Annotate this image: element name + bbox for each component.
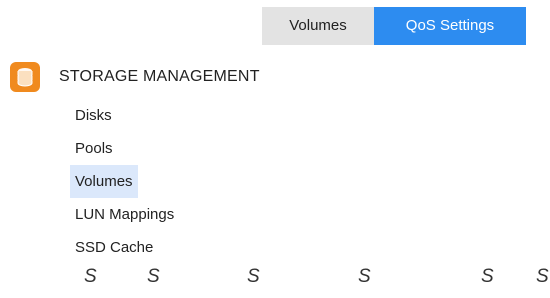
nav-item-ssd-cache[interactable]: SSD Cache bbox=[70, 231, 158, 264]
storage-management-header: STORAGE MANAGEMENT bbox=[10, 62, 260, 92]
footer-glyph: S bbox=[481, 266, 494, 287]
tab-qos-settings[interactable]: QoS Settings bbox=[374, 7, 526, 45]
nav-item-pools[interactable]: Pools bbox=[70, 132, 118, 165]
footer-glyph: S bbox=[147, 266, 160, 287]
nav-item-volumes[interactable]: Volumes bbox=[70, 165, 138, 198]
footer-glyph: S bbox=[536, 266, 549, 287]
footer-glyph-row: S S S S S S bbox=[0, 266, 550, 292]
nav-item-disks[interactable]: Disks bbox=[70, 99, 117, 132]
nav-item-lun-mappings[interactable]: LUN Mappings bbox=[70, 198, 179, 231]
footer-glyph: S bbox=[358, 266, 371, 287]
section-title: STORAGE MANAGEMENT bbox=[59, 68, 260, 85]
tab-volumes[interactable]: Volumes bbox=[262, 7, 374, 45]
storage-nav-list: Disks Pools Volumes LUN Mappings SSD Cac… bbox=[70, 99, 179, 264]
footer-glyph: S bbox=[84, 266, 97, 287]
storage-icon bbox=[10, 62, 40, 92]
tab-bar: Volumes QoS Settings bbox=[262, 7, 526, 45]
footer-glyph: S bbox=[247, 266, 260, 287]
